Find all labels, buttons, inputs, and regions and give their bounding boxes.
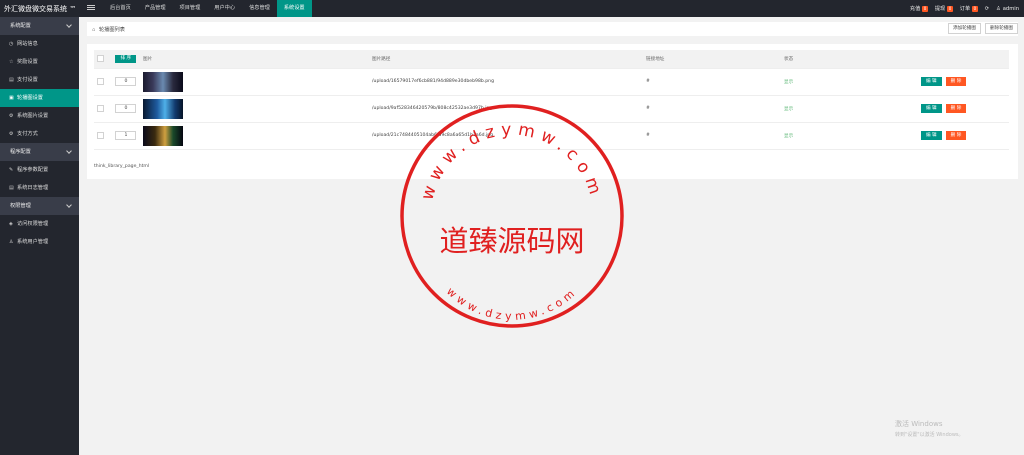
stamp-bottom-arc-text: www.dzymw.com [444,285,580,323]
sort-order-input[interactable]: 1 [115,131,137,140]
topnav-projects[interactable]: 项目管理 [173,0,208,17]
sidebar-group-program-config[interactable]: 程序配置 [0,143,79,161]
row-checkbox[interactable] [97,78,104,85]
link-address: # [643,95,781,123]
sort-order-input[interactable]: 0 [115,104,137,113]
status-label: 显示 [781,122,921,150]
stamp-watermark: www.dzymw.com 道臻源码网 www.dzymw.com [400,104,624,328]
topnav-info[interactable]: 信息管理 [242,0,277,17]
image-path: /upload/16579017ef6cb881/94d889e30dbeb98… [369,68,643,96]
orders-count-badge: 0 [972,5,978,12]
column-header-image: 图片 [140,50,369,69]
sidebar-item-payment[interactable]: ▤ 支付设置 [0,71,79,89]
shield-icon: ◈ [9,221,13,227]
select-all-checkbox[interactable] [97,55,104,63]
star-icon: ☆ [9,59,14,65]
chevron-down-icon [66,22,72,28]
gear-icon: ⚙ [9,113,14,119]
top-bar: 外汇微盘微交易系统 ™ 后台首页 产品管理 项目管理 用户中心 信息管理 系统设… [0,0,1024,17]
carousel-thumbnail [143,71,183,92]
sidebar-item-payment-methods[interactable]: ⚙ 支付方式 [0,125,79,143]
card-icon: ▤ [9,77,14,83]
row-checkbox[interactable] [97,132,104,139]
table-row: 0 /upload/16579017ef6cb881/94d889e30dbeb… [94,68,1009,96]
menu-toggle-icon[interactable] [87,4,95,12]
home-icon[interactable]: ⌂ [92,27,95,33]
user-menu[interactable]: ♙ admin [996,6,1019,12]
windows-activation-watermark: 激活 Windows 转到"设置"以激活 Windows。 [895,420,964,438]
table-header-row: 排 序 图片 图片路径 链接地址 状态 [94,50,1009,69]
delete-button[interactable]: 删 除 [945,77,967,86]
sidebar-item-program-params[interactable]: ✎ 程序参数配置 [0,161,79,179]
edit-button[interactable]: 编 辑 [921,77,942,86]
topnav-system[interactable]: 系统设置 [276,0,312,17]
toolbar: 添加轮播图 删除轮播图 [944,23,1018,34]
sidebar-item-system-images[interactable]: ⚙ 系统图片设置 [0,107,79,125]
column-header-path: 图片路径 [369,50,643,69]
log-icon: ▤ [9,185,14,191]
row-checkbox[interactable] [97,105,104,112]
user-icon: ♙ [996,5,1001,12]
link-address: # [643,122,781,150]
sidebar-item-carousel[interactable]: ▣ 轮播图设置 [0,89,79,107]
pagination-placeholder: think_library_page_html [94,164,150,169]
recharge-count-badge: 0 [922,5,928,12]
sidebar-item-site-info[interactable]: ◷ 网站信息 [0,35,79,53]
topnav-users[interactable]: 用户中心 [207,0,242,17]
column-header-link: 链接地址 [643,50,781,69]
recharge-link[interactable]: 充值 0 [910,5,928,12]
topnav-products[interactable]: 产品管理 [138,0,173,17]
top-right-links: 充值 0 提现 0 订单 0 ⟳ ♙ admin [903,0,1019,17]
delete-button[interactable]: 删 除 [945,104,967,113]
carousel-thumbnail [143,98,183,119]
chevron-down-icon [66,148,72,154]
sidebar-item-system-logs[interactable]: ▤ 系统日志管理 [0,179,79,197]
app-logo: 外汇微盘微交易系统 ™ [4,5,77,13]
edit-button[interactable]: 编 辑 [921,131,942,140]
sort-order-input[interactable]: 0 [115,77,137,86]
status-label: 显示 [781,68,921,96]
stamp-main-text: 道臻源码网 [439,224,584,258]
user-icon: ♙ [9,239,14,245]
sidebar-group-system-config[interactable]: 系统配置 [0,17,79,35]
link-address: # [643,68,781,96]
column-header-status: 状态 [781,50,921,69]
refresh-icon[interactable]: ⟳ [985,6,989,12]
orders-link[interactable]: 订单 0 [960,5,978,12]
clock-icon: ◷ [9,41,14,47]
stamp-top-arc-text: www.dzymw.com [417,120,606,203]
chevron-down-icon [66,202,72,208]
breadcrumb: ⌂ 轮播图列表 [92,27,125,33]
top-nav: 后台首页 产品管理 项目管理 用户中心 信息管理 系统设置 [103,0,312,17]
carousel-thumbnail [143,125,183,146]
sidebar-item-reward[interactable]: ☆ 奖励设置 [0,53,79,71]
topnav-home[interactable]: 后台首页 [103,0,138,17]
delete-button[interactable]: 删 除 [945,131,967,140]
sidebar-item-system-users[interactable]: ♙ 系统用户管理 [0,233,79,251]
status-label: 显示 [781,95,921,123]
edit-button[interactable]: 编 辑 [921,104,942,113]
sidebar-item-access-permissions[interactable]: ◈ 访问权限管理 [0,215,79,233]
withdraw-count-badge: 0 [947,5,953,12]
add-carousel-button[interactable]: 添加轮播图 [948,23,982,34]
sidebar-group-permissions[interactable]: 权限管理 [0,197,79,215]
delete-carousel-button[interactable]: 删除轮播图 [985,23,1018,34]
settings-icon: ⚙ [9,131,14,137]
breadcrumb-bar: ⌂ 轮播图列表 添加轮播图 删除轮播图 [87,22,1018,36]
withdraw-link[interactable]: 提现 0 [935,5,953,12]
sort-button[interactable]: 排 序 [115,54,137,63]
sidebar: 系统配置 ◷ 网站信息 ☆ 奖励设置 ▤ 支付设置 ▣ 轮播图设置 ⚙ 系统图片设置 ⚙ 支… [0,17,79,455]
image-icon: ▣ [9,95,14,101]
wrench-icon: ✎ [9,167,14,173]
